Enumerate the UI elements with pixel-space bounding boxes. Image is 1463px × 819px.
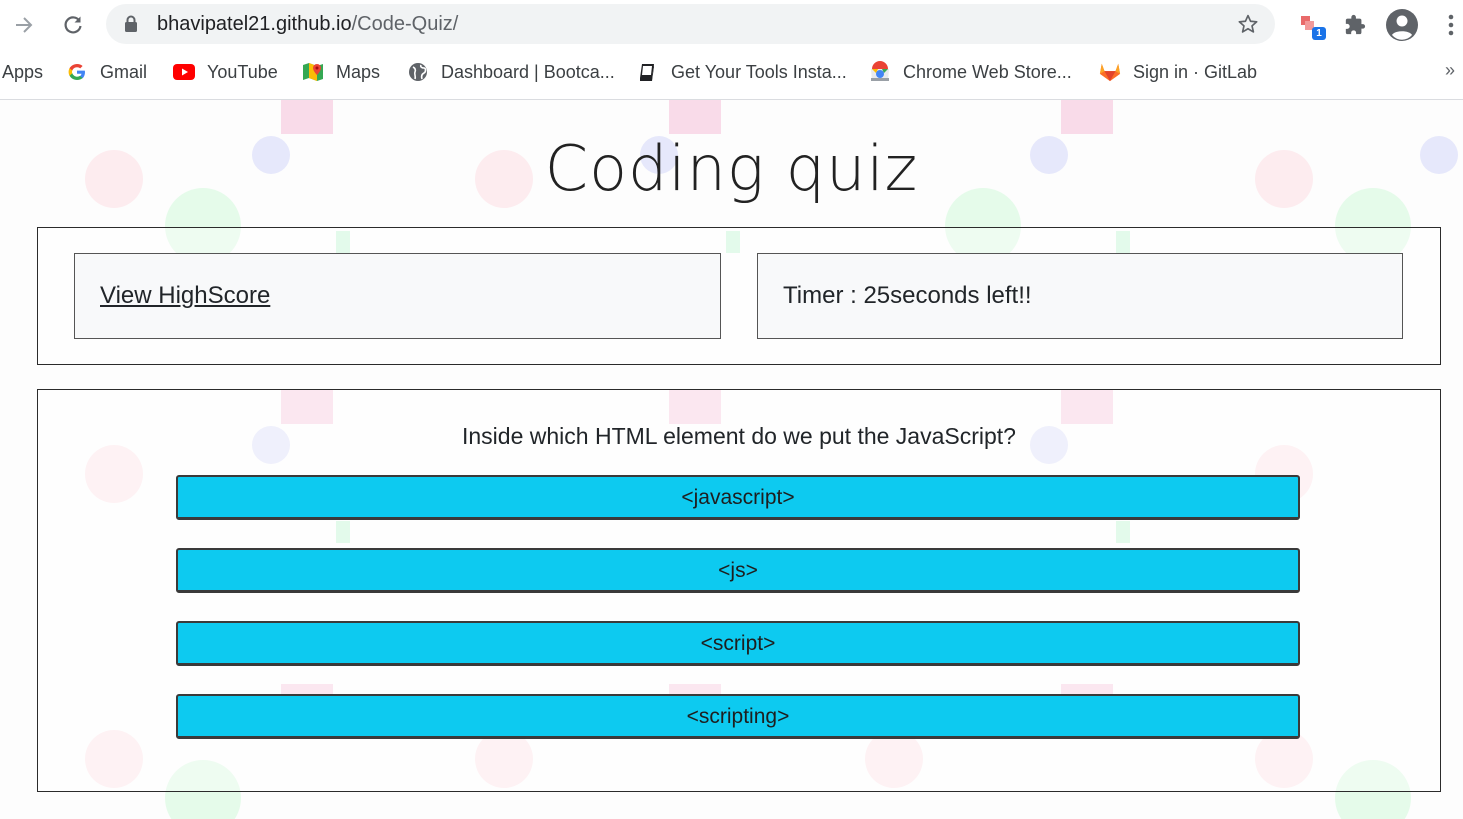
chrome-web-store-icon (869, 61, 891, 83)
more-vert-icon (1448, 14, 1454, 36)
account-circle-icon (1386, 9, 1418, 41)
google-icon (66, 61, 88, 83)
extension-badge: 1 (1312, 27, 1326, 40)
bookmark-apps[interactable]: Apps (2, 60, 43, 84)
answer-button-1[interactable]: <javascript> (176, 475, 1300, 520)
question-text: Inside which HTML element do we put the … (462, 423, 1016, 449)
extension-button[interactable]: 1 (1294, 8, 1328, 42)
bookmark-label: YouTube (207, 61, 278, 82)
extensions-menu-button[interactable] (1338, 8, 1372, 42)
browser-toolbar: bhavipatel21.github.io/Code-Quiz/ 1 (0, 0, 1463, 50)
youtube-icon (173, 61, 195, 83)
forward-button[interactable] (8, 9, 40, 41)
chrome-menu-button[interactable] (1434, 8, 1463, 42)
globe-icon (407, 61, 429, 83)
bookmarks-overflow-button[interactable]: » (1445, 60, 1455, 81)
timer-panel: Timer : 25seconds left!! (757, 253, 1403, 339)
bookmark-youtube[interactable]: YouTube (173, 60, 278, 84)
answer-button-3[interactable]: <script> (176, 621, 1300, 666)
lock-icon (125, 15, 137, 32)
reload-icon (64, 16, 82, 34)
url-path: /Code-Quiz/ (351, 13, 459, 35)
page-title: Coding quiz (544, 132, 919, 205)
bookmark-label: Apps (2, 61, 44, 82)
quiz-card: Inside which HTML element do we put the … (37, 389, 1441, 792)
maps-icon (302, 61, 324, 83)
reload-button[interactable] (57, 9, 89, 41)
bookmark-label: Chrome Web Store... (903, 61, 1072, 82)
answer-button-4[interactable]: <scripting> (176, 694, 1300, 739)
bookmark-maps[interactable]: Maps (302, 60, 380, 84)
arrow-right-icon (16, 17, 33, 33)
bookmark-tools[interactable]: Get Your Tools Insta... (637, 60, 847, 84)
bookmark-label: Sign in · GitLab (1133, 61, 1258, 82)
bookmarks-bar: Apps Gmail YouTube Maps Dashboard | Boot… (0, 50, 1463, 100)
page-content: Coding quiz View HighScore Timer : 25sec… (0, 100, 1463, 819)
bookmark-chrome-web-store[interactable]: Chrome Web Store... (869, 60, 1072, 84)
bookmark-label: Maps (336, 61, 381, 82)
quiz-header: View HighScore Timer : 25seconds left!! (37, 227, 1441, 365)
book-icon (637, 61, 659, 83)
url-text: bhavipatel21.github.io/Code-Quiz/ (157, 13, 458, 35)
profile-button[interactable] (1385, 8, 1419, 42)
gitlab-icon (1099, 61, 1121, 83)
bookmark-gitlab[interactable]: Sign in · GitLab (1099, 60, 1257, 84)
bookmark-star-icon[interactable] (1237, 13, 1259, 35)
answer-button-2[interactable]: <js> (176, 548, 1300, 593)
view-highscore-link[interactable]: View HighScore (100, 282, 270, 310)
puzzle-icon (1345, 14, 1366, 35)
bookmark-label: Gmail (100, 61, 148, 82)
bookmark-label: Dashboard | Bootca... (441, 61, 615, 82)
timer-text: Timer : 25seconds left!! (783, 282, 1032, 309)
address-bar[interactable]: bhavipatel21.github.io/Code-Quiz/ (106, 4, 1275, 44)
bookmark-label: Get Your Tools Insta... (671, 61, 847, 82)
url-host: bhavipatel21.github.io (157, 13, 352, 35)
bookmark-dashboard[interactable]: Dashboard | Bootca... (407, 60, 615, 84)
highscore-panel: View HighScore (74, 253, 721, 339)
bookmark-gmail[interactable]: Gmail (66, 60, 147, 84)
